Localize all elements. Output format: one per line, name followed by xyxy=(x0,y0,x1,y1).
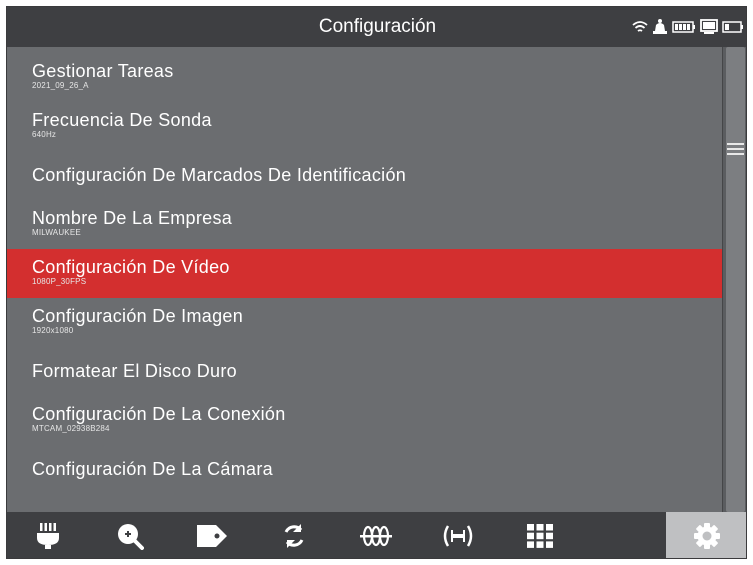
battery-small-icon xyxy=(722,20,744,34)
locator-icon xyxy=(441,523,475,549)
battery-icon xyxy=(672,20,696,34)
menu-item-value: 1080P_30FPS xyxy=(32,277,87,286)
menu-item-nombre-empresa[interactable]: Nombre De La Empresa MILWAUKEE xyxy=(7,200,722,249)
menu-item-label: Configuración De La Conexión xyxy=(32,404,286,424)
settings-icon xyxy=(693,522,721,550)
sonde-button[interactable] xyxy=(335,512,417,558)
tag-icon xyxy=(196,524,228,548)
status-icons xyxy=(632,17,744,37)
menu-item-label: Formatear El Disco Duro xyxy=(32,361,237,381)
grip-icon xyxy=(727,143,744,155)
menu-item-gestionar-tareas[interactable]: Gestionar Tareas 2021_09_26_A xyxy=(7,53,722,102)
menu-item-frecuencia-sonda[interactable]: Frecuencia De Sonda 640Hz xyxy=(7,102,722,151)
wifi-icon xyxy=(632,20,648,34)
grid-button[interactable] xyxy=(499,512,581,558)
bell-icon xyxy=(652,18,668,36)
menu-item-label: Nombre De La Empresa xyxy=(32,208,233,228)
menu-item-configuracion-conexion[interactable]: Configuración De La Conexión MTCAM_02938… xyxy=(7,396,722,445)
scrollbar[interactable] xyxy=(722,47,746,512)
settings-list: Gestionar Tareas 2021_09_26_A Frecuencia… xyxy=(7,47,722,512)
menu-item-marcados-identificacion[interactable]: Configuración De Marcados De Identificac… xyxy=(7,151,722,200)
zoom-in-icon xyxy=(116,522,144,550)
menu-item-configuracion-video[interactable]: Configuración De Vídeo 1080P_30FPS xyxy=(7,249,722,298)
tag-button[interactable] xyxy=(171,512,253,558)
menu-item-label: Gestionar Tareas xyxy=(32,61,174,81)
monitor-icon xyxy=(700,19,718,35)
menu-item-configuracion-camara[interactable]: Configuración De La Cámara xyxy=(7,445,722,494)
menu-item-formatear-disco[interactable]: Formatear El Disco Duro xyxy=(7,347,722,396)
scroll-thumb[interactable] xyxy=(726,47,745,512)
menu-item-value: 2021_09_26_A xyxy=(32,81,89,90)
grid-icon xyxy=(526,523,554,549)
menu-item-label: Frecuencia De Sonda xyxy=(32,110,212,130)
menu-item-configuracion-imagen[interactable]: Configuración De Imagen 1920x1080 xyxy=(7,298,722,347)
sonde-icon xyxy=(359,524,393,548)
zoom-button[interactable] xyxy=(89,512,171,558)
menu-item-value: MTCAM_02938B284 xyxy=(32,424,110,433)
menu-item-label: Configuración De Imagen xyxy=(32,306,244,326)
light-button[interactable] xyxy=(7,512,89,558)
menu-item-value: 1920x1080 xyxy=(32,326,74,335)
bottom-toolbar xyxy=(7,512,746,558)
title-bar: Configuración xyxy=(7,7,746,47)
menu-item-value: 640Hz xyxy=(32,130,57,139)
rotate-button[interactable] xyxy=(253,512,335,558)
locator-button[interactable] xyxy=(417,512,499,558)
menu-item-label: Configuración De Vídeo xyxy=(32,257,230,277)
menu-item-label: Configuración De Marcados De Identificac… xyxy=(32,165,407,185)
device-screen: Configuración Gestionar Tareas 2021_09_2… xyxy=(6,6,747,559)
settings-button[interactable] xyxy=(666,512,746,558)
rotate-icon xyxy=(281,523,307,549)
light-icon xyxy=(35,522,61,550)
menu-item-value: MILWAUKEE xyxy=(32,228,81,237)
menu-item-label: Configuración De La Cámara xyxy=(32,459,273,479)
